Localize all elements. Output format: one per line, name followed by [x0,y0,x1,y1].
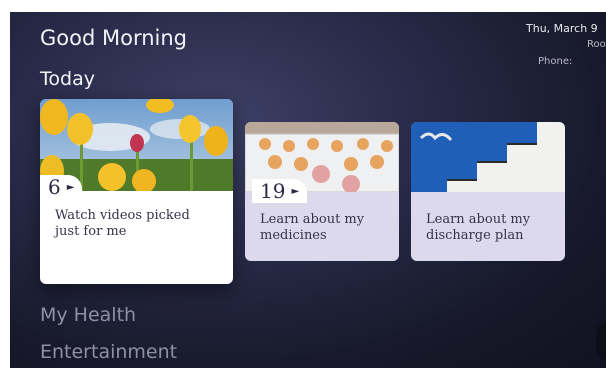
card-title-line1: Learn about my [426,212,531,227]
card-title-line1: Watch videos picked [55,208,190,223]
card-videos[interactable]: 6 ► Watch videos picked just for me [40,99,233,284]
video-count-badge: 6 ► [40,175,83,199]
category-entertainment[interactable]: Entertainment [40,341,177,363]
section-title-today: Today [40,68,95,90]
tv-screen: Good Morning Today Thu, March 9 Roo Phon… [10,12,606,368]
phone-label: Phone: [538,56,573,67]
room-label: Roo [587,39,606,50]
card-title: Watch videos picked just for me [55,208,190,240]
stairs-image [411,122,565,192]
category-my-health[interactable]: My Health [40,304,136,326]
video-count: 6 [48,175,61,199]
card-title-line2: discharge plan [426,228,524,243]
medicine-count: 19 [260,179,286,203]
date-label: Thu, March 9 [526,22,598,35]
card-title-line1: Learn about my [260,212,365,227]
play-arrow-icon: ► [291,185,300,197]
greeting: Good Morning [40,26,187,50]
card-title: Learn about my discharge plan [426,212,530,244]
play-arrow-icon: ► [66,181,75,193]
card-discharge-plan[interactable]: Learn about my discharge plan [411,122,565,261]
card-title: Learn about my medicines [260,212,364,244]
card-title-line2: medicines [260,228,327,243]
card-title-line2: just for me [55,224,127,239]
corner-button[interactable] [596,322,606,360]
card-medicines[interactable]: 19 ► Learn about my medicines [245,122,399,261]
medicine-count-badge: 19 ► [252,179,308,203]
